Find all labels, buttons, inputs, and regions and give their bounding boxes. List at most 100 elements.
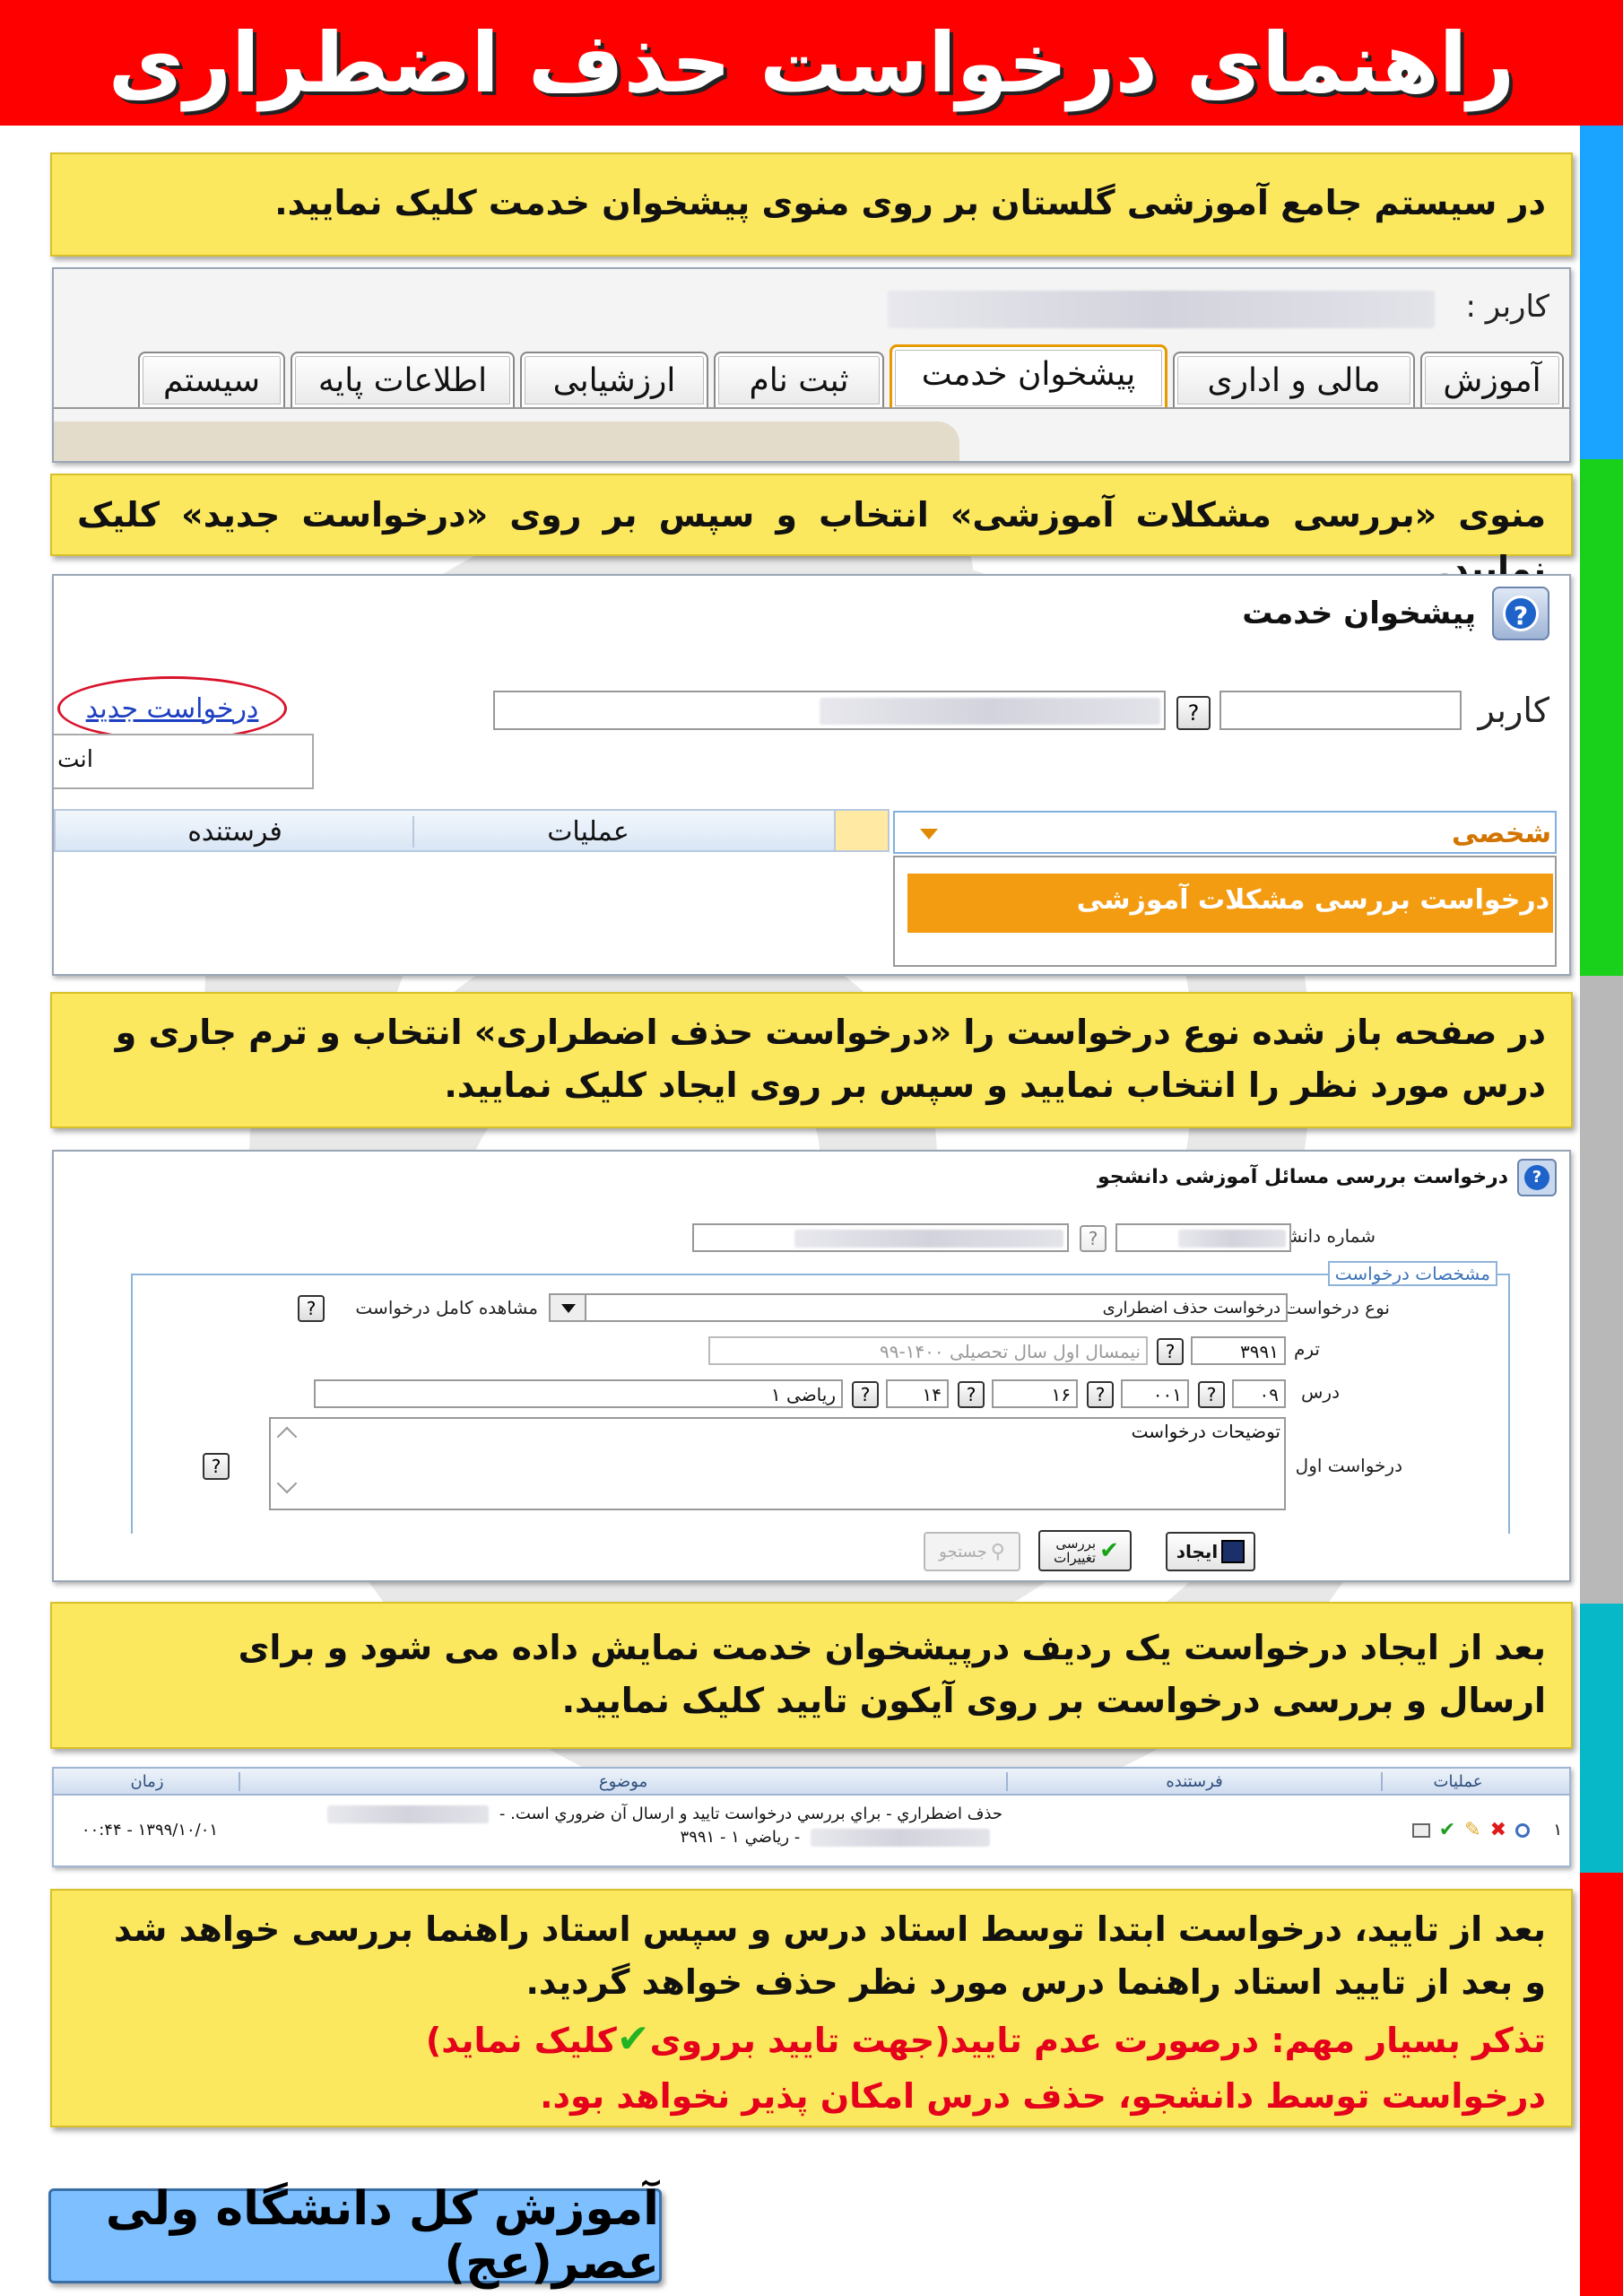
col-time: زمان <box>130 1772 164 1791</box>
course-field-4-value: ۱۴ <box>922 1384 942 1405</box>
color-stripe-green <box>1580 459 1623 976</box>
table-row[interactable]: ۱ ✖ ✎ ✔ حذف اضطراري - براي بررسي درخواست… <box>54 1797 1569 1866</box>
tab-service-desk[interactable]: پیشخوان خدمت <box>890 344 1167 409</box>
screen-service-desk: ? پیشخوان خدمت کاربر ? درخواست جدید انت … <box>52 574 1571 976</box>
request-type-label: نوع درخواست <box>1284 1297 1390 1318</box>
create-button[interactable]: ایجاد <box>1166 1532 1255 1571</box>
course-field-4[interactable]: ۱۴ <box>886 1379 949 1408</box>
blurred-name <box>811 1829 990 1848</box>
course-name-value: ریاضی ۱ <box>770 1384 836 1405</box>
step-4-line-1: بعد از ایجاد درخواست یک ردیف درپیشخوان خ… <box>238 1628 1546 1667</box>
student-name-input[interactable] <box>692 1223 1069 1252</box>
new-request-link[interactable]: درخواست جدید <box>86 693 259 725</box>
user-lookup-button[interactable]: ? <box>1176 696 1211 730</box>
course-field-2[interactable]: ۰۰۱ <box>1121 1379 1189 1408</box>
course-field-3[interactable]: ۱۶ <box>992 1379 1078 1408</box>
important-warning-text-b: کلیک نماید) <box>425 2020 617 2060</box>
step-4-line-2: ارسال و بررسی درخواست بر روی آیکون تایید… <box>561 1680 1546 1720</box>
panel-title: پیشخوان خدمت <box>1242 596 1476 631</box>
request-description-textarea[interactable]: توضیحات درخواست <box>269 1417 1286 1510</box>
student-no-input[interactable] <box>1115 1223 1291 1252</box>
description-help-button[interactable]: ? <box>203 1453 230 1480</box>
color-stripe-cyan <box>1580 1604 1623 1873</box>
chevron-down-icon <box>920 829 938 839</box>
tab-finance[interactable]: مالی و اداری <box>1173 352 1415 407</box>
binoculars-icon: ⚲ <box>990 1540 1005 1563</box>
row-index: ۱ <box>1553 1821 1562 1839</box>
course-field-1-button[interactable]: ? <box>1198 1381 1225 1408</box>
color-stripe-red <box>1580 1873 1623 2296</box>
user-code-input[interactable] <box>1219 691 1462 730</box>
screen-inbox-row: عملیات فرستنده موضوع زمان ۱ ✖ ✎ ✔ حذف اض… <box>52 1767 1571 1867</box>
tab-evaluation[interactable]: ارزشیابی <box>520 352 708 407</box>
term-lookup-button[interactable]: ? <box>1157 1338 1184 1365</box>
row-subject-line-1: حذف اضطراري - براي بررسي درخواست تاييد و… <box>240 1803 1002 1826</box>
term-desc-input: نیمسال اول سال تحصیلی ۱۴۰۰-۹۹ <box>708 1336 1148 1365</box>
course-field-1[interactable]: ۰۹ <box>1232 1379 1286 1408</box>
first-request-label: درخواست اول <box>1295 1455 1402 1476</box>
review-changes-button[interactable]: ✔ بررسی تغییرات <box>1038 1530 1132 1571</box>
edit-icon[interactable]: ✎ <box>1464 1819 1480 1841</box>
category-dropdown[interactable]: شخصی <box>893 811 1557 854</box>
inbox-table-header: عملیات فرستنده موضوع زمان <box>54 1769 1569 1796</box>
form-title: درخواست بررسی مسائل آموزشی دانشجو <box>1097 1166 1508 1188</box>
section-legend: مشخصات درخواست <box>1327 1261 1497 1286</box>
student-lookup-button[interactable]: ? <box>1080 1225 1107 1252</box>
col-extra <box>834 811 888 850</box>
search-button[interactable]: ⚲ جستجو <box>924 1532 1020 1571</box>
search-box[interactable]: انت <box>54 734 314 789</box>
print-icon[interactable] <box>1411 1822 1430 1838</box>
color-stripe-gray <box>1580 976 1623 1604</box>
term-code-input[interactable]: ۳۹۹۱ <box>1191 1336 1286 1365</box>
col-subject: موضوع <box>239 1772 1006 1791</box>
course-field-1-value: ۰۹ <box>1259 1384 1279 1405</box>
row-time: ۱۳۹۹/۱۰/۰۱ - ۰۰:۴۴ <box>81 1821 219 1839</box>
step-5-line-1: بعد از تایید، درخواست ابتدا توسط استاد د… <box>114 1909 1546 1949</box>
approve-icon[interactable]: ✔ <box>1439 1819 1455 1841</box>
col-actions: عملیات <box>1381 1772 1533 1791</box>
request-type-value: درخواست حذف اضطراری <box>1102 1299 1280 1318</box>
tab-registration[interactable]: ثبت نام <box>714 352 884 407</box>
green-check-icon: ✔ <box>616 2015 650 2062</box>
checkmark-icon: ✔ <box>1099 1537 1119 1564</box>
row-subject: حذف اضطراري - براي بررسي درخواست تاييد و… <box>240 1803 1002 1849</box>
screen-request-form: ? درخواست بررسی مسائل آموزشی دانشجو شمار… <box>52 1150 1571 1582</box>
menu-item-academic-problems[interactable]: درخواست بررسی مشکلات آموزشی <box>907 874 1553 933</box>
step-2-note: منوی «بررسی مشکلات آموزشی» انتخاب و سپس … <box>50 474 1573 588</box>
row-subject-text-2: - رياضي ۱ - ۳۹۹۱ <box>680 1828 801 1848</box>
tab-system[interactable]: سیستم <box>138 352 285 407</box>
blurred-name <box>327 1805 490 1823</box>
step-4-note: بعد از ایجاد درخواست یک ردیف درپیشخوان خ… <box>50 1602 1573 1749</box>
important-warning-text-a: تذکر بسیار مهم: درصورت عدم تایید(جهت تای… <box>649 2020 1546 2060</box>
tab-base-info[interactable]: اطلاعات پایه <box>291 352 515 407</box>
user-name-input[interactable] <box>493 691 1166 730</box>
save-icon <box>1221 1540 1245 1563</box>
form-help-button[interactable]: ? <box>1517 1159 1557 1196</box>
create-button-label: ایجاد <box>1176 1541 1219 1562</box>
search-icon[interactable] <box>1515 1822 1530 1838</box>
view-full-request-label[interactable]: مشاهده کامل درخواست <box>355 1297 538 1318</box>
course-field-3-button[interactable]: ? <box>958 1381 985 1408</box>
search-button-label: جستجو <box>939 1542 987 1561</box>
row-subject-line-2: - رياضي ۱ - ۳۹۹۱ <box>240 1826 1002 1849</box>
row-action-icons: ✖ ✎ ✔ <box>1411 1819 1530 1841</box>
course-field-3-value: ۱۶ <box>1051 1384 1071 1405</box>
new-request-link-wrapper[interactable]: درخواست جدید <box>57 676 287 741</box>
footer-university-label: آموزش کل دانشگاه ولی عصر(عج) <box>48 2182 662 2290</box>
page-header: راهنمای درخواست حذف اضطراری <box>0 0 1623 126</box>
user-name-blurred <box>820 698 1160 725</box>
step-3-line-1: در صفحه باز شده نوع درخواست را «درخواست … <box>115 1013 1546 1052</box>
course-field-4-button[interactable]: ? <box>852 1381 879 1408</box>
step-5-line-2: و بعد از تایید استاد راهنما درس مورد نظر… <box>525 1961 1546 2002</box>
scroll-up-icon <box>276 1426 298 1448</box>
course-field-2-button[interactable]: ? <box>1087 1381 1114 1408</box>
request-type-select[interactable]: درخواست حذف اضطراری <box>549 1293 1288 1322</box>
chevron-down-icon <box>561 1304 576 1313</box>
delete-icon[interactable]: ✖ <box>1490 1819 1506 1841</box>
tab-education[interactable]: آموزش <box>1420 352 1564 407</box>
help-button[interactable]: ? <box>1492 587 1549 640</box>
col-sender: فرستنده <box>1006 1772 1381 1791</box>
step-1-note: در سیستم جامع آموزشی گلستان بر روی منوی … <box>50 152 1573 257</box>
question-circle-icon: ? <box>1503 596 1539 631</box>
view-full-request-button[interactable]: ? <box>298 1295 325 1322</box>
